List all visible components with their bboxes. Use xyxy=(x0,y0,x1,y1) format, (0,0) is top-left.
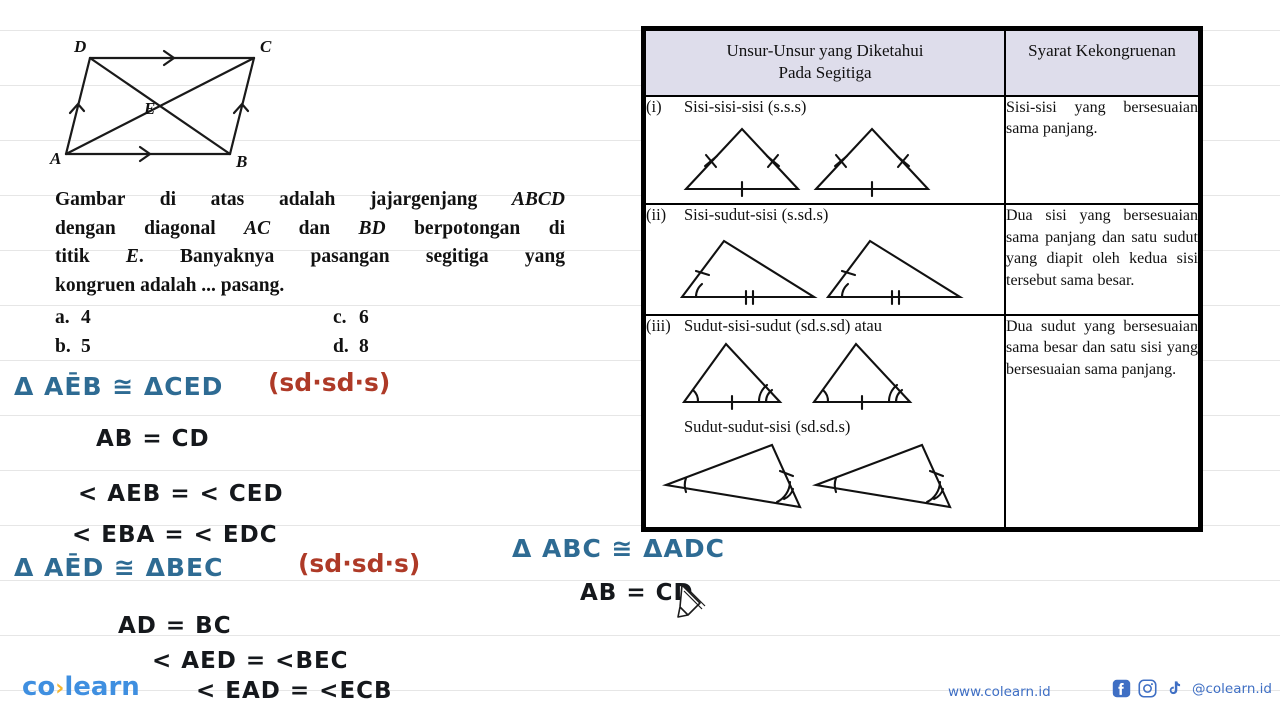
question-text: Gambar di atas adalah jajargenjang ABCD … xyxy=(55,186,565,300)
colearn-logo: co›learn xyxy=(22,672,140,702)
table-row: (i) Sisi-sisi-sisi (s.s.s) Sisi-sisi yang… xyxy=(644,94,1200,206)
instagram-icon[interactable] xyxy=(1138,679,1157,698)
question-line-2: dengan diagonal AC dan BD berpotongan di xyxy=(55,217,565,239)
social-links: @colearn.id xyxy=(1112,679,1272,698)
annotation-ab-cd: AB = CD xyxy=(96,426,210,452)
description-cell-asa: Dua sudut yang bersesuaian sama besar da… xyxy=(1004,313,1200,530)
annotation-reason-1: (sd·sd·s) xyxy=(268,368,391,397)
criterion-cell-sss: (i) Sisi-sisi-sisi (s.s.s) xyxy=(644,94,1006,206)
vertex-label-E: E xyxy=(143,99,155,118)
triangle-pair-sas xyxy=(679,240,964,306)
social-handle: @colearn.id xyxy=(1192,680,1272,697)
question-line-3: titik E. Banyaknya pasangan segitiga yan… xyxy=(55,246,565,267)
parallelogram-figure: D C A B E xyxy=(49,37,272,171)
vertex-label-D: D xyxy=(73,37,86,56)
annotation-angle-eba-edc: < EBA = < EDC xyxy=(72,522,278,548)
criterion-label-aas: Sudut-sudut-sisi (sd.sd.s) xyxy=(684,416,851,436)
annotation-triangle-aed-bec: Δ AĒD ≅ ΔBEC xyxy=(14,553,224,582)
question-line-4: kongruen adalah ... pasang. xyxy=(55,274,285,296)
annotation-angle-aeb-ced: < AEB = < CED xyxy=(78,481,284,507)
choice-d[interactable]: d. 8 xyxy=(333,336,369,358)
criterion-label-sss: (i) Sisi-sisi-sisi (s.s.s) xyxy=(646,96,807,116)
annotation-ad-bc: AD = BC xyxy=(118,613,232,639)
logo-dot-icon: › xyxy=(55,676,65,701)
tiktok-icon[interactable] xyxy=(1164,679,1183,698)
annotation-reason-2: (sd·sd·s) xyxy=(298,549,421,578)
website-url: www.colearn.id xyxy=(948,684,1051,700)
choice-c[interactable]: c. 6 xyxy=(333,307,369,329)
table-header-row: Unsur-Unsur yang Diketahui Pada Segitiga… xyxy=(644,29,1200,97)
annotation-angle-ead-ecb: < EAD = <ECB xyxy=(196,678,393,704)
choice-a[interactable]: a. 4 xyxy=(55,307,91,329)
table-header-right: Syarat Kekongruenan xyxy=(1004,29,1200,97)
criterion-cell-asa: (iii) Sudut-sisi-sudut (sd.s.sd) atau Sud… xyxy=(644,313,1006,530)
choice-row-2: b. 5 d. 8 xyxy=(55,336,455,365)
annotation-angle-aed-bec: < AED = <BEC xyxy=(152,648,349,674)
triangle-pair-aas xyxy=(661,443,952,509)
description-cell-sas: Dua sisi yang bersesuaian sama panjang d… xyxy=(1004,203,1200,316)
description-cell-sss: Sisi-sisi yang bersesuaian sama panjang. xyxy=(1004,94,1200,206)
criterion-label-sas: (ii) Sisi-sudut-sisi (s.sd.s) xyxy=(646,205,829,225)
table-row: (ii) Sisi-sudut-sisi (s.sd.s) Dua sisi ya… xyxy=(644,203,1200,316)
triangle-pair-sss xyxy=(683,127,931,197)
vertex-label-B: B xyxy=(235,152,247,171)
table-row: (iii) Sudut-sisi-sudut (sd.s.sd) atau Sud… xyxy=(644,313,1200,530)
vertex-label-C: C xyxy=(260,37,272,56)
facebook-icon[interactable] xyxy=(1112,679,1131,698)
triangle-pair-asa xyxy=(681,342,913,411)
vertex-label-A: A xyxy=(49,149,61,168)
pencil-cursor xyxy=(677,584,706,618)
annotation-triangle-aeb-ced: Δ AĒB ≅ ΔCED xyxy=(14,372,224,401)
choice-row-1: a. 4 c. 6 xyxy=(55,307,455,336)
choice-b[interactable]: b. 5 xyxy=(55,336,91,358)
criterion-label-asa: (iii) Sudut-sisi-sudut (sd.s.sd) atau xyxy=(646,315,882,335)
table-header-left: Unsur-Unsur yang Diketahui Pada Segitiga xyxy=(644,29,1006,97)
answer-choices: a. 4 c. 6 b. 5 d. 8 xyxy=(55,307,455,365)
congruence-criteria-table: Unsur-Unsur yang Diketahui Pada Segitiga… xyxy=(641,26,1203,532)
question-panel: D C A B E Gambar di atas adalah jajargen… xyxy=(0,0,640,720)
annotation-triangle-abc-adc: Δ ABC ≅ ΔADC xyxy=(512,534,725,563)
question-line-1: Gambar di atas adalah jajargenjang ABCD xyxy=(55,189,565,210)
criterion-cell-sas: (ii) Sisi-sudut-sisi (s.sd.s) xyxy=(644,203,1006,316)
